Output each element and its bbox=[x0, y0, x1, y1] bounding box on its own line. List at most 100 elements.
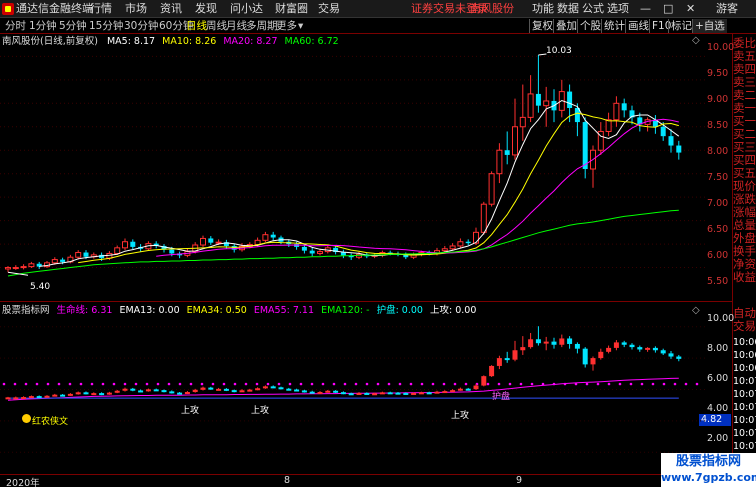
restore-icon[interactable]: □ bbox=[663, 0, 673, 18]
tool-add-watchlist[interactable]: +自选 bbox=[692, 19, 727, 33]
candlestick-chart[interactable] bbox=[0, 35, 705, 301]
indicator-tick: 2.00 bbox=[707, 433, 729, 444]
period-1min[interactable]: 1分钟 bbox=[29, 18, 57, 34]
side-label: 买一 bbox=[733, 115, 756, 128]
indicator-bar-down bbox=[465, 388, 471, 391]
close-icon[interactable]: ✕ bbox=[686, 0, 695, 18]
indicator-bar-up bbox=[356, 392, 362, 395]
side-label: 卖五 bbox=[733, 50, 756, 63]
indicator-tick: 8.00 bbox=[707, 343, 729, 354]
candle-body-up bbox=[441, 248, 448, 252]
win-btn-shuju[interactable]: 数据 bbox=[557, 0, 579, 18]
app-title: 通达信金融终端 bbox=[16, 2, 93, 15]
tool-diejia[interactable]: 叠加 bbox=[553, 19, 579, 33]
title-bar: 通达信金融终端 行情 市场 资讯 发现 问小达 财富圈 交易 证券交易未登录 南… bbox=[0, 0, 756, 18]
side-label: 卖四 bbox=[733, 63, 756, 76]
candle-body-up bbox=[215, 241, 222, 244]
indicator-bar-down bbox=[676, 356, 682, 359]
candle-body-up bbox=[28, 263, 35, 268]
menu-hangqing[interactable]: 行情 bbox=[90, 0, 112, 18]
side-label-auto[interactable]: 自动 bbox=[733, 307, 756, 320]
baseline-dot bbox=[607, 382, 611, 386]
baseline-dot bbox=[431, 382, 435, 386]
tool-biaoji[interactable]: 标记 bbox=[668, 19, 694, 33]
baseline-dot bbox=[189, 382, 193, 386]
menu-shichang[interactable]: 市场 bbox=[125, 0, 147, 18]
period-more[interactable]: 更多 bbox=[276, 18, 297, 34]
shanggong-annotation: 上攻 bbox=[451, 411, 470, 421]
indicator-bar-up bbox=[512, 350, 518, 360]
candle-body-up bbox=[122, 241, 128, 249]
indicator-bar-up bbox=[418, 392, 424, 395]
tool-tongji[interactable]: 统计 bbox=[601, 19, 627, 33]
period-weekly[interactable]: 周线 bbox=[206, 18, 227, 34]
win-btn-xuanxiang[interactable]: 选项 bbox=[607, 0, 629, 18]
indicator-bar-up bbox=[145, 389, 151, 392]
candle-body-down bbox=[130, 241, 136, 247]
baseline-dot bbox=[332, 382, 336, 386]
baseline-dot bbox=[134, 382, 138, 386]
candle-body-up bbox=[200, 237, 206, 246]
tick-time: 10:07 bbox=[733, 428, 756, 439]
tool-huaxian[interactable]: 画线 bbox=[625, 19, 651, 33]
tick-time-list: 10:06 10:06 10:06 10:07 10:07 10:07 10:0… bbox=[733, 336, 756, 453]
baseline-dot bbox=[123, 382, 127, 386]
period-fenshi[interactable]: 分时 bbox=[5, 18, 26, 34]
price-tick: 5.50 bbox=[707, 276, 729, 287]
baseline-dot bbox=[299, 382, 303, 386]
period-5min[interactable]: 5分钟 bbox=[59, 18, 87, 34]
indicator-bar-up bbox=[434, 391, 440, 394]
period-15min[interactable]: 15分钟 bbox=[89, 18, 123, 34]
baseline-dot bbox=[453, 382, 457, 386]
baseline-dot bbox=[464, 382, 468, 386]
date-axis-line bbox=[0, 474, 732, 475]
baseline-dot bbox=[2, 382, 6, 386]
candle-body-up bbox=[473, 231, 479, 244]
menu-faxian[interactable]: 发现 bbox=[195, 0, 217, 18]
high-price-label: 10.03 bbox=[546, 46, 572, 56]
indicator-bar-down bbox=[621, 342, 627, 345]
indicator-bar-down bbox=[340, 392, 346, 395]
baseline-dot bbox=[695, 382, 699, 386]
tick-time: 10:06 bbox=[733, 337, 756, 348]
indicator-chart[interactable] bbox=[0, 303, 705, 473]
period-daily[interactable]: 日线 bbox=[186, 18, 207, 34]
price-tick: 6.00 bbox=[707, 250, 729, 261]
side-label: 买五 bbox=[733, 167, 756, 180]
period-monthly[interactable]: 月线 bbox=[226, 18, 247, 34]
period-multi[interactable]: 多周期 bbox=[246, 18, 278, 34]
side-label-trade[interactable]: 交易 bbox=[733, 320, 756, 333]
auto-trade-panel[interactable]: 自动 交易 bbox=[733, 307, 756, 333]
indicator-bar-down bbox=[637, 347, 643, 350]
menu-jiaoyi[interactable]: 交易 bbox=[318, 0, 340, 18]
tick-time: 10:06 bbox=[733, 350, 756, 361]
indicator-tick: 6.00 bbox=[707, 373, 729, 384]
price-tick: 6.50 bbox=[707, 224, 729, 235]
minimize-icon[interactable]: — bbox=[640, 0, 651, 18]
candle-body-up bbox=[613, 102, 620, 121]
guest-label[interactable]: 游客 bbox=[716, 0, 738, 18]
indicator-bar-up bbox=[75, 392, 81, 395]
candle-body-down bbox=[660, 126, 666, 137]
side-label: 外盘 bbox=[733, 232, 756, 245]
win-btn-gongshi[interactable]: 公式 bbox=[582, 0, 604, 18]
indicator-bar-up bbox=[496, 358, 502, 366]
candle-body-down bbox=[465, 241, 471, 244]
tool-gegu[interactable]: 个股 bbox=[577, 19, 603, 33]
tool-fuquan[interactable]: 复权 bbox=[529, 19, 555, 33]
menu-caifuquan[interactable]: 财富圈 bbox=[275, 0, 308, 18]
candle-body-up bbox=[496, 149, 503, 175]
indicator-bar-up bbox=[52, 394, 58, 397]
low-price-label: 5.40 bbox=[30, 282, 51, 292]
period-30min[interactable]: 30分钟 bbox=[124, 18, 158, 34]
indicator-bar-down bbox=[138, 390, 144, 393]
menu-zixun[interactable]: 资讯 bbox=[160, 0, 182, 18]
indicator-bar-down bbox=[83, 392, 89, 395]
win-btn-gongneng[interactable]: 功能 bbox=[532, 0, 554, 18]
candle-body-up bbox=[5, 267, 11, 270]
menu-wenxiaoda[interactable]: 问小达 bbox=[230, 0, 263, 18]
price-tick: 8.50 bbox=[707, 120, 729, 131]
indicator-bar-down bbox=[387, 392, 393, 395]
more-chevron-icon[interactable]: ▾ bbox=[298, 18, 303, 34]
date-label: 8 bbox=[284, 475, 291, 486]
